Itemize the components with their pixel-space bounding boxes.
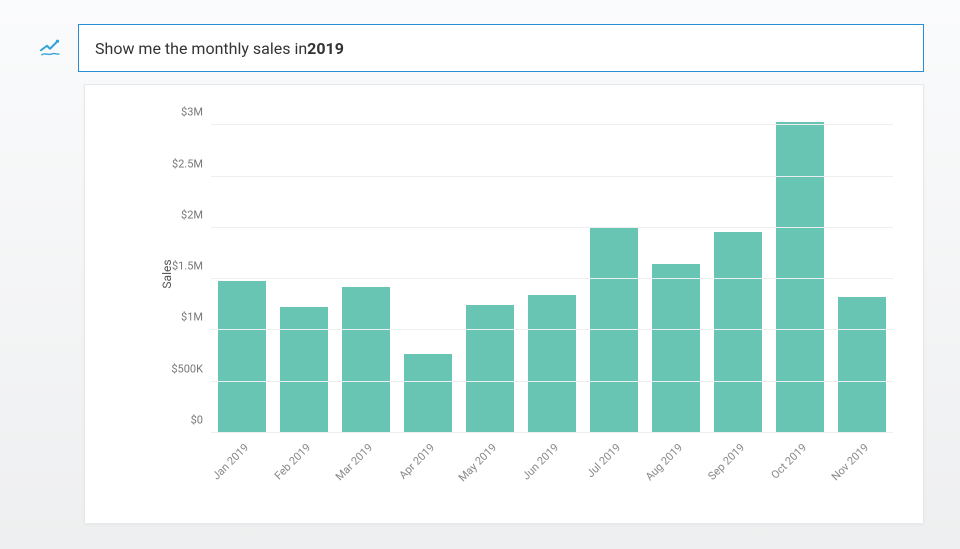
x-label-slot: Mar 2019	[335, 433, 397, 503]
bar[interactable]	[528, 295, 576, 433]
bar[interactable]	[218, 281, 266, 433]
query-row: Show me the monthly sales in 2019	[36, 24, 924, 72]
bar-slot	[645, 115, 707, 433]
bar-slot	[459, 115, 521, 433]
grid-line	[211, 381, 893, 382]
y-tick-label: $2.5M	[172, 157, 203, 170]
x-label-slot: Nov 2019	[831, 433, 893, 503]
plot-area: $0$500K$1M$1.5M$2M$2.5M$3M	[211, 115, 893, 433]
bar[interactable]	[652, 264, 700, 433]
zia-icon	[36, 34, 64, 62]
bar-slot	[397, 115, 459, 433]
bar-slot	[273, 115, 335, 433]
x-label-slot: Feb 2019	[273, 433, 335, 503]
y-tick-label: $1M	[181, 311, 203, 324]
x-tick-label: Mar 2019	[333, 441, 375, 483]
x-label-slot: May 2019	[459, 433, 521, 503]
grid-line	[211, 278, 893, 279]
bars-container	[211, 115, 893, 433]
x-label-slot: Jun 2019	[521, 433, 583, 503]
bar-slot	[583, 115, 645, 433]
bar[interactable]	[280, 307, 328, 433]
x-label-slot: Aug 2019	[645, 433, 707, 503]
y-tick-label: $2M	[181, 208, 203, 221]
bar[interactable]	[714, 232, 762, 433]
grid-line	[211, 124, 893, 125]
query-text-bold: 2019	[307, 39, 344, 58]
x-label-slot: Sep 2019	[707, 433, 769, 503]
grid-line	[211, 329, 893, 330]
bar-slot	[831, 115, 893, 433]
bar-slot	[211, 115, 273, 433]
chart-card: Sales $0$500K$1M$1.5M$2M$2.5M$3M Jan 201…	[84, 84, 924, 524]
x-tick-label: Feb 2019	[272, 441, 313, 482]
y-tick-label: $0	[191, 414, 203, 427]
x-label-slot: Jan 2019	[211, 433, 273, 503]
bar-slot	[521, 115, 583, 433]
bar-slot	[707, 115, 769, 433]
x-tick-label: Sep 2019	[705, 441, 747, 483]
bar[interactable]	[404, 354, 452, 433]
bar-slot	[335, 115, 397, 433]
x-tick-label: Oct 2019	[769, 441, 810, 482]
x-axis-labels: Jan 2019 Feb 2019 Mar 2019 Apr 2019 May 2019…	[211, 433, 893, 503]
grid-line	[211, 227, 893, 228]
bar[interactable]	[838, 297, 886, 433]
y-tick-label: $1.5M	[172, 260, 203, 273]
x-label-slot: Apr 2019	[397, 433, 459, 503]
x-tick-label: Jun 2019	[520, 441, 561, 482]
query-text-prefix: Show me the monthly sales in	[95, 39, 307, 58]
bar-slot	[769, 115, 831, 433]
x-tick-label: Apr 2019	[397, 441, 438, 482]
x-tick-label: Jul 2019	[584, 441, 623, 480]
chart-area: Sales $0$500K$1M$1.5M$2M$2.5M$3M Jan 201…	[155, 115, 893, 433]
grid-line	[211, 176, 893, 177]
app-canvas: Show me the monthly sales in 2019 Sales …	[0, 0, 960, 549]
query-input[interactable]: Show me the monthly sales in 2019	[78, 24, 924, 72]
y-tick-label: $500K	[171, 362, 203, 375]
bar[interactable]	[342, 287, 390, 433]
x-tick-label: Jan 2019	[210, 441, 251, 482]
x-tick-label: Nov 2019	[829, 441, 871, 483]
x-tick-label: Aug 2019	[643, 441, 685, 483]
x-tick-label: May 2019	[456, 441, 499, 484]
bar[interactable]	[466, 305, 514, 433]
x-label-slot: Jul 2019	[583, 433, 645, 503]
x-label-slot: Oct 2019	[769, 433, 831, 503]
y-tick-label: $3M	[181, 106, 203, 119]
